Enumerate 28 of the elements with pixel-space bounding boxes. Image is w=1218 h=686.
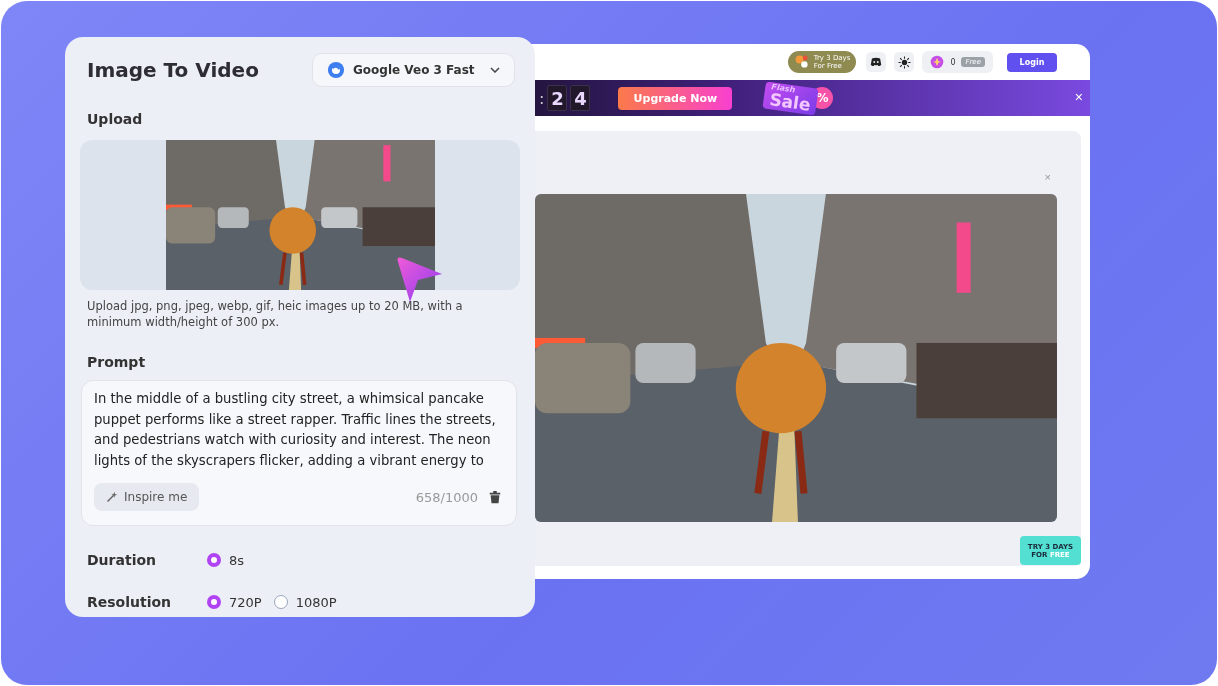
option-label: Duration bbox=[87, 552, 157, 568]
option-label: Resolution bbox=[87, 594, 173, 610]
countdown-separator: : bbox=[539, 88, 545, 108]
upload-hint: Upload jpg, png, jpeg, webp, gif, heic images up to 20 MB, with a minimum width/height of 300 px. bbox=[87, 298, 464, 330]
chevron-down-icon bbox=[490, 67, 500, 73]
prompt-field[interactable] bbox=[81, 380, 517, 526]
coin-icon bbox=[930, 55, 945, 69]
character-counter: 658/1000 bbox=[415, 489, 478, 505]
theme-icon[interactable] bbox=[894, 52, 915, 72]
flower-icon bbox=[793, 54, 810, 70]
radio-option[interactable]: 1080P bbox=[273, 594, 337, 610]
trash-icon[interactable] bbox=[488, 490, 502, 504]
model-logo-icon bbox=[327, 61, 345, 79]
close-button[interactable]: × bbox=[1074, 89, 1083, 105]
countdown-digit: 4 bbox=[570, 85, 591, 111]
countdown-digit: 2 bbox=[547, 85, 568, 111]
model-select[interactable]: Google Veo 3 Fast bbox=[312, 53, 515, 87]
magic-wand-icon bbox=[106, 491, 118, 503]
radio-option[interactable]: 8s bbox=[207, 552, 245, 568]
prompt-text: In the middle of a bustling city street, a whimsical pancake puppet performs like a street rapper. Traffic lines the streets, and pedestrians watch with curiosity and interest. The neon lights of the skyscrapers flicker, adding a vibrant energy to bbox=[94, 390, 497, 470]
credit-count: 0 bbox=[950, 57, 956, 67]
section-label: Prompt bbox=[87, 354, 147, 370]
section-label: Upload bbox=[87, 111, 144, 127]
discord-icon[interactable] bbox=[866, 52, 887, 72]
inspire-button[interactable]: Inspire me bbox=[94, 483, 200, 511]
login-button[interactable]: Login bbox=[1007, 52, 1057, 72]
panel-title: Image To Video bbox=[87, 58, 259, 82]
radio-option[interactable]: 720P bbox=[207, 594, 262, 610]
